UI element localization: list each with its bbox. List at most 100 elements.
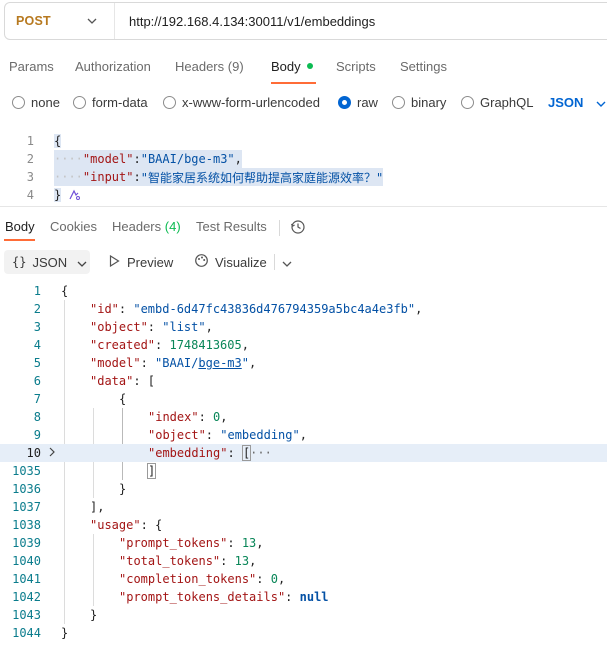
input-key: "input" (82, 170, 134, 184)
tab-settings[interactable]: Settings (400, 59, 447, 74)
line-number: 1042 (12, 590, 41, 604)
line-code: ], (90, 500, 105, 514)
radio-urlencoded-label: x-www-form-urlencoded (182, 95, 320, 110)
created-key: "created" (90, 338, 156, 352)
code-line: 1041 "completion_tokens": 0, (0, 570, 607, 588)
radio-binary[interactable]: binary (392, 95, 446, 110)
format-selector[interactable]: JSON (548, 95, 606, 110)
visualize-button[interactable]: Visualize (194, 250, 267, 274)
line-code: } (90, 608, 98, 622)
visualize-dropdown[interactable] (282, 250, 292, 274)
radio-none-label: none (31, 95, 60, 110)
line-number: 7 (33, 392, 41, 406)
resp-tab-body[interactable]: Body (5, 219, 35, 234)
tab-params[interactable]: Params (9, 59, 54, 74)
line-code: "object": "list", (90, 320, 213, 334)
active-resp-tab-indicator (4, 239, 35, 241)
resp-tab-test-results[interactable]: Test Results (196, 219, 267, 234)
chevron-down-icon (596, 95, 606, 110)
line-number: 8 (33, 410, 41, 424)
object-value: "list" (162, 320, 206, 334)
format-label: JSON (548, 95, 584, 110)
radio-raw[interactable]: raw (338, 95, 378, 110)
history-icon[interactable] (290, 219, 306, 238)
radio-none[interactable]: none (12, 95, 60, 110)
radio-urlencoded[interactable]: x-www-form-urlencoded (163, 95, 320, 110)
total-tokens-value: 13 (234, 554, 250, 568)
id-key: "id" (90, 302, 119, 316)
editor-line: 1 { (0, 132, 607, 150)
method-label: POST (16, 14, 51, 28)
line-number: 1040 (12, 554, 41, 568)
line-number: 2 (26, 152, 34, 166)
code-line: 1040 "total_tokens": 13, (0, 552, 607, 570)
line-code: "usage": { (90, 518, 163, 532)
response-format-selector[interactable]: {} JSON (4, 250, 90, 274)
resp-tab-cookies[interactable]: Cookies (50, 219, 97, 234)
line-code: "total_tokens": 13, (119, 554, 257, 568)
resp-tab-headers-label: Headers (112, 219, 162, 234)
url-input[interactable]: http://192.168.4.134:30011/v1/embeddings (115, 14, 375, 29)
line-code: } (119, 482, 127, 496)
line-code: ] (146, 463, 157, 479)
line-number: 10 (26, 446, 41, 460)
request-body-editor[interactable]: 1 { 2 ···· "model": "BAAI/bge-m3", 3 ···· "… (0, 130, 607, 204)
line-code: "data": [ (90, 374, 156, 388)
line-code: "id": "embd-6d47fc43836d476794359a5bc4a4… (90, 302, 423, 316)
line-code: "created": 1748413605, (90, 338, 249, 352)
model-value-link[interactable]: bge-m3 (198, 356, 241, 370)
collapsed-ellipsis[interactable]: ··· (250, 446, 272, 460)
ai-suggest-icon[interactable] (67, 188, 81, 202)
code-line: 1043 } (0, 606, 607, 624)
prompt-tokens-details-key: "prompt_tokens_details" (119, 590, 286, 604)
completion-tokens-key: "completion_tokens" (119, 572, 257, 586)
preview-button[interactable]: Preview (109, 250, 173, 274)
line-code: "prompt_tokens": 13, (119, 536, 264, 550)
radio-graphql-label: GraphQL (480, 95, 534, 110)
braces-icon: {} (12, 255, 27, 269)
line-number: 1037 (12, 500, 41, 514)
method-selector[interactable]: POST (5, 3, 115, 39)
line-number: 1044 (12, 626, 41, 640)
response-body-viewer[interactable]: 1 { 2 "id": "embd-6d47fc43836d476794359a… (0, 282, 607, 646)
tab-headers-count: (9) (227, 59, 244, 74)
line-number: 9 (33, 428, 41, 442)
code-line: 1039 "prompt_tokens": 13, (0, 534, 607, 552)
radio-form-data[interactable]: form-data (73, 95, 148, 110)
visualize-label: Visualize (215, 254, 267, 270)
tab-authorization[interactable]: Authorization (75, 59, 151, 74)
model-value-prefix: "BAAI/ (155, 356, 199, 370)
resp-tab-headers[interactable]: Headers (4) (112, 219, 181, 234)
item-object-value: "embedding" (220, 428, 300, 442)
line-code: "index": 0, (148, 410, 228, 424)
radio-form-data-label: form-data (92, 95, 148, 110)
chevron-down-icon (85, 14, 99, 28)
line-code: { (54, 132, 62, 150)
code-line: 6 "data": [ (0, 372, 607, 390)
line-code: "object": "embedding", (148, 428, 307, 442)
line-number: 1039 (12, 536, 41, 550)
code-line: 1036 } (0, 480, 607, 498)
usage-key: "usage" (90, 518, 141, 532)
radio-circle (163, 96, 176, 109)
radio-graphql[interactable]: GraphQL (461, 95, 533, 110)
tab-scripts[interactable]: Scripts (336, 59, 376, 74)
prompt-tokens-key: "prompt_tokens" (119, 536, 228, 550)
tab-body[interactable]: Body (271, 59, 313, 74)
code-line: 1 { (0, 282, 607, 300)
line-code: { (119, 392, 127, 406)
code-line: 1035 ] (0, 462, 607, 480)
response-format-label: JSON (32, 254, 68, 270)
radio-binary-label: binary (411, 95, 447, 110)
tab-headers[interactable]: Headers (9) (175, 59, 244, 74)
response-tabs: Body Cookies Headers (4) Test Results (0, 212, 607, 242)
prompt-tokens-details-value: null (299, 590, 329, 604)
model-key: "model" (82, 152, 134, 166)
embedding-key: "embedding" (148, 446, 228, 460)
total-tokens-key: "total_tokens" (119, 554, 221, 568)
object-key: "object" (90, 320, 148, 334)
line-number: 1 (33, 284, 41, 298)
pane-divider[interactable] (0, 206, 607, 207)
radio-circle (12, 96, 25, 109)
chevron-right-icon[interactable] (48, 446, 60, 460)
